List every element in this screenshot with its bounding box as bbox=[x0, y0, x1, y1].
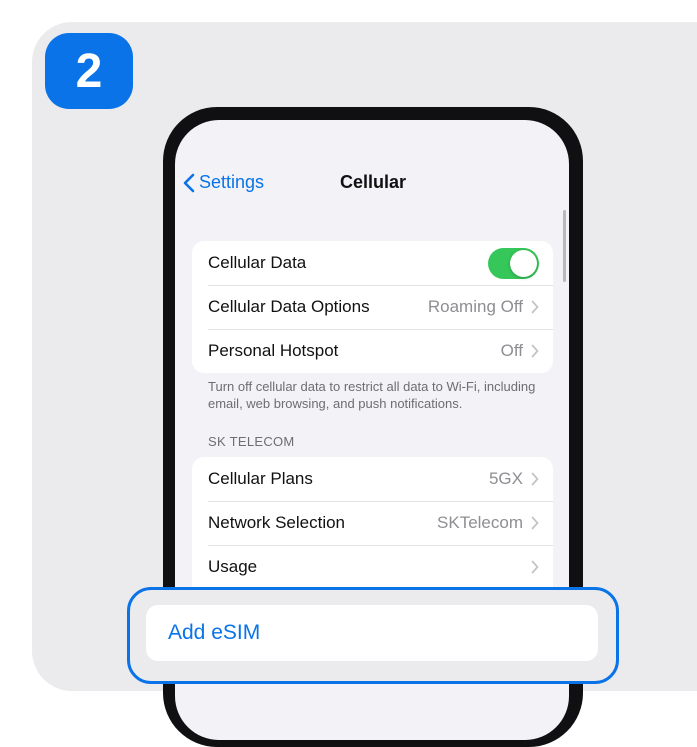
back-button[interactable]: Settings bbox=[183, 172, 264, 193]
cellular-data-options-row[interactable]: Cellular Data Options Roaming Off bbox=[192, 285, 553, 329]
row-label: Cellular Plans bbox=[208, 469, 313, 488]
add-esim-label: Add eSIM bbox=[168, 621, 261, 644]
row-label: Cellular Data Options bbox=[208, 297, 370, 316]
network-selection-row[interactable]: Network Selection SKTelecom bbox=[192, 501, 553, 545]
cellular-data-row[interactable]: Cellular Data bbox=[192, 241, 553, 285]
chevron-right-icon bbox=[531, 300, 539, 314]
personal-hotspot-row[interactable]: Personal Hotspot Off bbox=[192, 329, 553, 373]
row-value: SKTelecom bbox=[437, 513, 523, 532]
cellular-plans-row[interactable]: Cellular Plans 5GX bbox=[192, 457, 553, 501]
cellular-data-toggle[interactable] bbox=[488, 247, 539, 279]
row-value: 5GX bbox=[488, 469, 523, 488]
row-value: Roaming Off bbox=[427, 297, 523, 316]
chevron-right-icon bbox=[531, 560, 539, 574]
back-label: Settings bbox=[199, 172, 265, 192]
section-header: SK TELECOM bbox=[208, 434, 295, 449]
row-value: Off bbox=[500, 341, 523, 360]
usage-row[interactable]: Usage bbox=[192, 545, 553, 589]
cellular-data-group: Cellular Data Cellular Data Options Roam… bbox=[192, 241, 553, 373]
row-label: Network Selection bbox=[208, 513, 346, 532]
add-esim-button[interactable]: Add eSIM bbox=[146, 605, 598, 661]
row-label: Personal Hotspot bbox=[208, 341, 339, 360]
row-label: Usage bbox=[208, 557, 258, 576]
step-badge: 2 bbox=[45, 33, 133, 109]
chevron-right-icon bbox=[531, 472, 539, 486]
chevron-right-icon bbox=[531, 516, 539, 530]
cellular-data-footnote: Turn off cellular data to restrict all d… bbox=[208, 379, 536, 411]
chevron-right-icon bbox=[531, 344, 539, 358]
row-label: Cellular Data bbox=[208, 253, 307, 272]
scrollbar[interactable] bbox=[563, 210, 566, 282]
chevron-left-icon bbox=[183, 173, 195, 192]
